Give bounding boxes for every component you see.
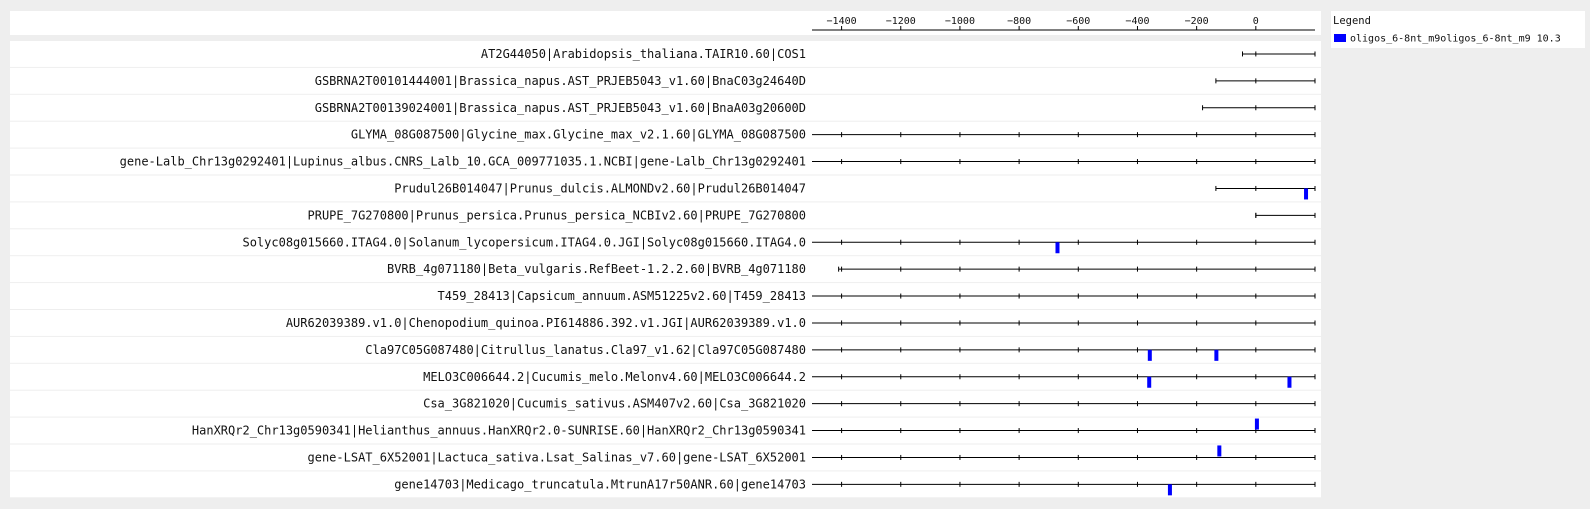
tick-label: 0 (1253, 16, 1259, 27)
track-row: MELO3C006644.2|Cucumis_melo.Melonv4.60|M… (10, 363, 1321, 390)
track-label: gene-Lalb_Chr13g0292401|Lupinus_albus.CN… (120, 155, 806, 169)
track-row: GSBRNA2T00139024001|Brassica_napus.AST_P… (10, 94, 1321, 121)
track-row: GSBRNA2T00101444001|Brassica_napus.AST_P… (10, 67, 1321, 94)
tick-label: −800 (1007, 16, 1031, 27)
track-label: gene14703|Medicago_truncatula.MtrunA17r5… (394, 477, 806, 491)
motif-site-mark (1214, 349, 1219, 361)
track-label: GSBRNA2T00101444001|Brassica_napus.AST_P… (315, 74, 806, 88)
tick-label: −200 (1185, 16, 1209, 27)
track-row: Solyc08g015660.ITAG4.0|Solanum_lycopersi… (10, 229, 1321, 256)
track-row: gene-Lalb_Chr13g0292401|Lupinus_albus.CN… (10, 148, 1321, 175)
track-label: Prudul26B014047|Prunus_dulcis.ALMONDv2.6… (394, 181, 806, 195)
track-label: GLYMA_08G087500|Glycine_max.Glycine_max_… (351, 128, 806, 142)
tick-label: −1000 (945, 16, 975, 27)
legend-entry-label: oligos_6-8nt_m9oligos_6-8nt_m9 10.3 (1350, 34, 1561, 45)
track-label: Cla97C05G087480|Citrullus_lanatus.Cla97_… (365, 343, 806, 357)
track-label: T459_28413|Capsicum_annuum.ASM51225v2.60… (438, 289, 806, 303)
track-list: AT2G44050|Arabidopsis_thaliana.TAIR10.60… (10, 41, 1321, 498)
track-label: HanXRQr2_Chr13g0590341|Helianthus_annuus… (192, 424, 806, 438)
track-row: GLYMA_08G087500|Glycine_max.Glycine_max_… (10, 121, 1321, 148)
track-row: gene14703|Medicago_truncatula.MtrunA17r5… (10, 471, 1321, 498)
tick-label: −600 (1066, 16, 1090, 27)
track-label: AUR62039389.v1.0|Chenopodium_quinoa.PI61… (286, 316, 806, 330)
track-row: AT2G44050|Arabidopsis_thaliana.TAIR10.60… (10, 41, 1321, 67)
track-label: PRUPE_7G270800|Prunus_persica.Prunus_per… (308, 208, 807, 222)
track-row: Prudul26B014047|Prunus_dulcis.ALMONDv2.6… (10, 175, 1321, 202)
promoter-motif-chart: −1400 −1200 −1000 −800 −600 −400 −200 0 AT2G440… (10, 11, 1585, 498)
tick-label: −1400 (827, 16, 857, 27)
motif-site-mark (1167, 484, 1172, 496)
track-label: GSBRNA2T00139024001|Brassica_napus.AST_P… (315, 101, 806, 115)
plot-background (10, 11, 1321, 35)
legend-title: Legend (1333, 15, 1371, 27)
track-row: Cla97C05G087480|Citrullus_lanatus.Cla97_… (10, 336, 1321, 363)
track-row: AUR62039389.v1.0|Chenopodium_quinoa.PI61… (10, 310, 1321, 336)
motif-site-mark (1147, 376, 1152, 388)
track-row: BVRB_4g071180|Beta_vulgaris.RefBeet-1.2.… (10, 256, 1321, 283)
track-label: MELO3C006644.2|Cucumis_melo.Melonv4.60|M… (423, 370, 806, 384)
track-row: Csa_3G821020|Cucumis_sativus.ASM407v2.60… (10, 390, 1321, 417)
track-label: BVRB_4g071180|Beta_vulgaris.RefBeet-1.2.… (387, 262, 806, 276)
motif-site-mark (1147, 349, 1152, 361)
track-row: PRUPE_7G270800|Prunus_persica.Prunus_per… (10, 202, 1321, 229)
motif-site-mark (1254, 418, 1259, 430)
track-label: AT2G44050|Arabidopsis_thaliana.TAIR10.60… (481, 47, 806, 61)
track-row: gene-LSAT_6X52001|Lactuca_sativa.Lsat_Sa… (10, 444, 1321, 471)
track-label: gene-LSAT_6X52001|Lactuca_sativa.Lsat_Sa… (308, 450, 807, 464)
legend: Legend oligos_6-8nt_m9oligos_6-8nt_m9 10.… (1331, 11, 1585, 48)
tick-label: −400 (1125, 16, 1149, 27)
track-row: HanXRQr2_Chr13g0590341|Helianthus_annuus… (10, 417, 1321, 444)
track-label: Solyc08g015660.ITAG4.0|Solanum_lycopersi… (242, 235, 806, 249)
motif-site-mark (1287, 376, 1292, 388)
tick-label: −1200 (886, 16, 916, 27)
axis-panel (10, 11, 1321, 35)
track-row: T459_28413|Capsicum_annuum.ASM51225v2.60… (10, 283, 1321, 309)
motif-site-mark (1055, 242, 1060, 254)
motif-site-mark (1304, 188, 1309, 200)
track-label: Csa_3G821020|Cucumis_sativus.ASM407v2.60… (423, 397, 806, 411)
legend-swatch (1334, 34, 1346, 42)
motif-site-mark (1217, 445, 1222, 457)
